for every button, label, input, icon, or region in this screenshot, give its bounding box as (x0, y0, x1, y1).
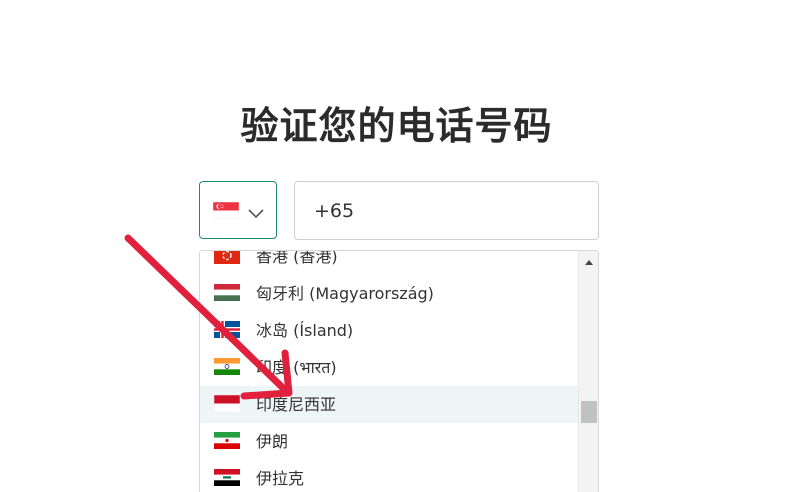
flag-iran-icon (214, 432, 240, 453)
country-option-indonesia[interactable]: 印度尼西亚 (200, 386, 578, 423)
country-option-iraq[interactable]: 伊拉克 (200, 460, 578, 492)
flag-indonesia-icon (213, 394, 241, 416)
country-option-label: 伊拉克 (256, 469, 305, 488)
country-dropdown-list[interactable]: 香港 (香港) 匈牙利 (Magyarország) 冰岛 (Ísland) 印… (199, 250, 599, 492)
country-option-hungary[interactable]: 匈牙利 (Magyarország) (200, 275, 578, 312)
dropdown-scrollbar[interactable] (578, 251, 598, 492)
flag-singapore-icon (212, 201, 240, 223)
country-option-label: 印度 (भारत) (256, 358, 337, 377)
chevron-down-icon (248, 204, 264, 223)
country-code-select[interactable] (199, 181, 277, 239)
phone-number-input[interactable] (294, 181, 599, 240)
flag-iceland-icon (214, 321, 240, 342)
country-option-label: 伊朗 (256, 432, 289, 451)
flag-hong-kong-icon (214, 251, 240, 268)
page-title: 验证您的电话号码 (240, 104, 553, 148)
flag-iraq-icon (214, 469, 240, 490)
country-option-label: 冰岛 (Ísland) (256, 321, 354, 340)
verify-phone-page: 验证您的电话号码 +65 香港 (香港) 匈牙利 (Magyarország) … (0, 0, 793, 492)
scroll-up-arrow-icon[interactable] (579, 255, 598, 271)
country-option-iran[interactable]: 伊朗 (200, 423, 578, 460)
flag-hungary-icon (214, 284, 240, 305)
country-options: 香港 (香港) 匈牙利 (Magyarország) 冰岛 (Ísland) 印… (200, 250, 578, 492)
country-option-label: 印度尼西亚 (256, 395, 337, 414)
scrollbar-thumb[interactable] (581, 401, 597, 423)
country-option-hong-kong[interactable]: 香港 (香港) (200, 250, 578, 275)
country-option-india[interactable]: 印度 (भारत) (200, 349, 578, 386)
flag-india-icon (214, 358, 240, 379)
country-option-iceland[interactable]: 冰岛 (Ísland) (200, 312, 578, 349)
country-option-label: 香港 (香港) (256, 250, 338, 266)
country-option-label: 匈牙利 (Magyarország) (256, 284, 434, 303)
